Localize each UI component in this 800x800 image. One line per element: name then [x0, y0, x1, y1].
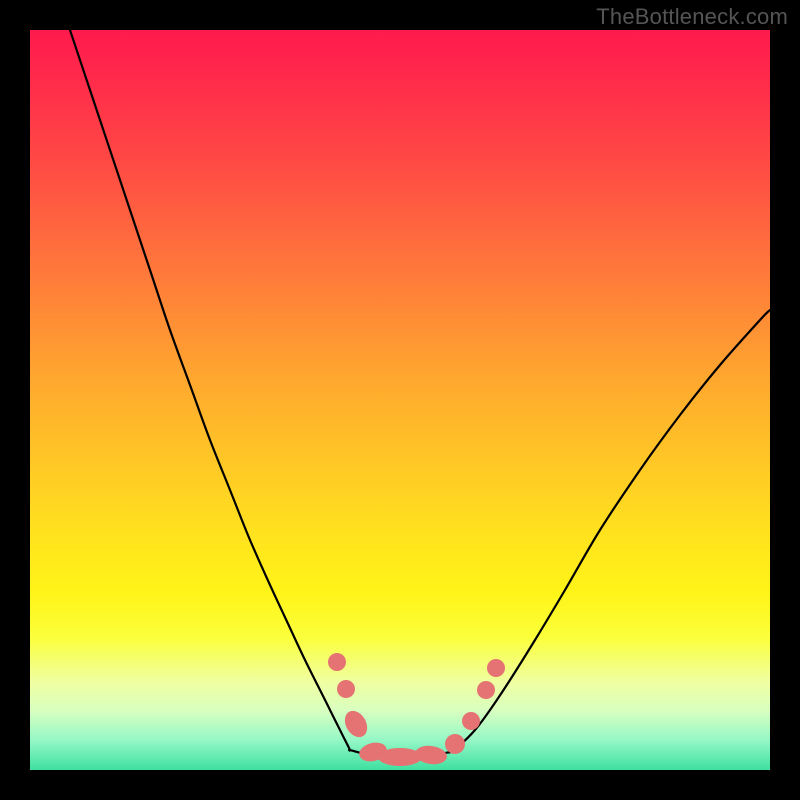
bottleneck-curve	[70, 30, 770, 757]
data-marker-2	[340, 707, 371, 741]
chart-svg	[30, 30, 770, 770]
data-marker-5	[414, 744, 448, 766]
data-marker-7	[462, 712, 480, 730]
plot-area	[30, 30, 770, 770]
chart-frame: TheBottleneck.com	[0, 0, 800, 800]
data-marker-4	[378, 748, 422, 766]
watermark-label: TheBottleneck.com	[596, 4, 788, 30]
data-marker-9	[487, 659, 505, 677]
markers-group	[328, 653, 505, 766]
data-marker-0	[328, 653, 346, 671]
data-marker-8	[477, 681, 495, 699]
data-marker-1	[337, 680, 355, 698]
